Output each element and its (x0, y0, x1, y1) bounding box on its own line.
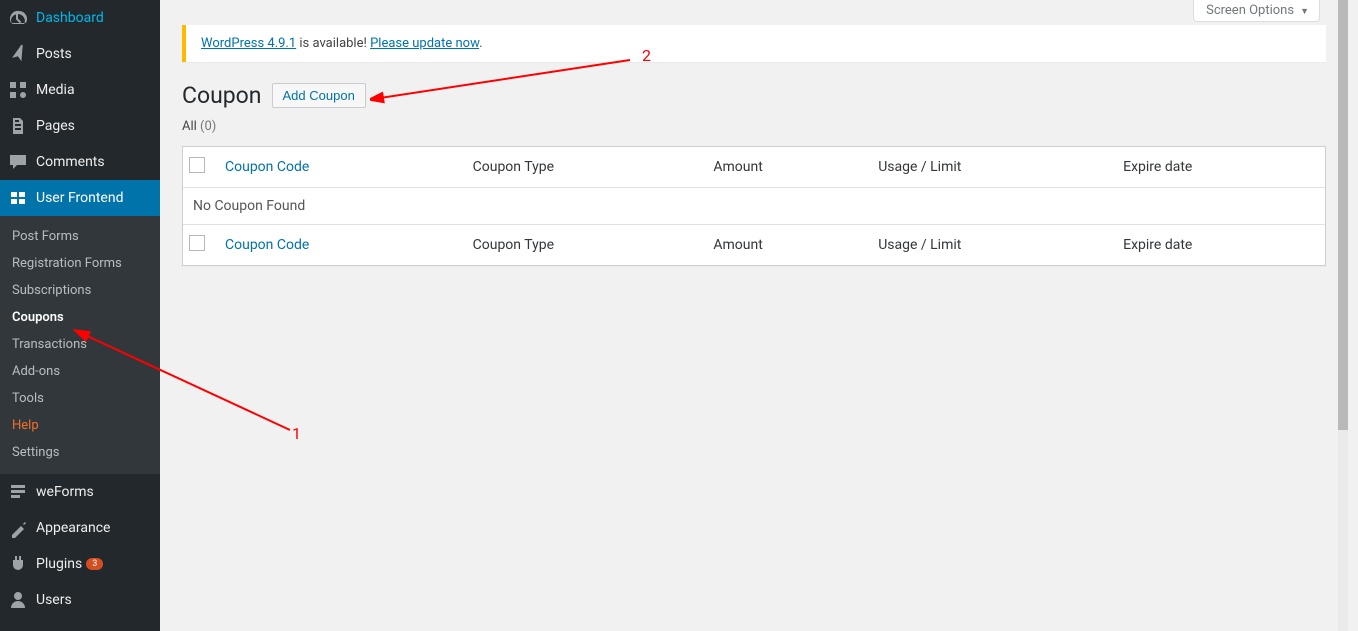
users-icon (8, 590, 28, 610)
sidebar-item-plugins[interactable]: Plugins 3 (0, 546, 160, 582)
sidebar-item-label: Comments (36, 154, 105, 170)
sidebar-sub-add-ons[interactable]: Add-ons (0, 358, 160, 385)
sidebar-item-label: Dashboard (36, 10, 104, 26)
col-coupon-code[interactable]: Coupon Code (225, 159, 309, 175)
select-all-checkbox[interactable] (189, 157, 205, 173)
pages-icon (8, 116, 28, 136)
sidebar-sub-help[interactable]: Help (0, 412, 160, 439)
sidebar-submenu: Post Forms Registration Forms Subscripti… (0, 216, 160, 474)
sidebar-item-label: Media (36, 82, 75, 98)
sidebar-sub-post-forms[interactable]: Post Forms (0, 223, 160, 250)
sidebar-sub-registration-forms[interactable]: Registration Forms (0, 250, 160, 277)
col-expire-date-footer: Expire date (1113, 224, 1325, 265)
sidebar-item-pages[interactable]: Pages (0, 108, 160, 144)
sidebar-item-label: Posts (36, 46, 72, 62)
notice-text: is available! (296, 36, 370, 51)
pin-icon (8, 44, 28, 64)
col-amount: Amount (703, 147, 868, 188)
col-coupon-type-footer: Coupon Type (463, 224, 704, 265)
comments-icon (8, 152, 28, 172)
select-all-checkbox-footer[interactable] (189, 235, 205, 251)
sidebar-item-user-frontend[interactable]: User Frontend (0, 180, 160, 216)
table-empty-row: No Coupon Found (183, 188, 1325, 224)
main-content: Screen Options WordPress 4.9.1 is availa… (160, 0, 1348, 631)
annotation-number-2: 2 (642, 46, 651, 65)
sidebar-item-users[interactable]: Users (0, 582, 160, 618)
sidebar-sub-subscriptions[interactable]: Subscriptions (0, 277, 160, 304)
notice-period: . (479, 36, 482, 51)
empty-message: No Coupon Found (183, 188, 1325, 224)
admin-sidebar: Dashboard Posts Media Pages Comments Use… (0, 0, 160, 631)
sidebar-item-label: Appearance (36, 520, 110, 536)
sidebar-item-appearance[interactable]: Appearance (0, 510, 160, 546)
col-expire-date: Expire date (1113, 147, 1325, 188)
sidebar-sub-settings[interactable]: Settings (0, 439, 160, 466)
filter-count: (0) (200, 119, 216, 134)
scrollbar-thumb[interactable] (1338, 0, 1348, 430)
page-header: Coupon Add Coupon (182, 82, 1326, 109)
screen-options-label: Screen Options (1206, 3, 1294, 18)
update-badge: 3 (86, 558, 103, 570)
coupon-table: Coupon Code Coupon Type Amount Usage / L… (182, 146, 1326, 266)
sidebar-item-label: Plugins (36, 556, 82, 572)
col-coupon-type: Coupon Type (463, 147, 704, 188)
sidebar-item-label: weForms (36, 484, 94, 500)
sidebar-item-dashboard[interactable]: Dashboard (0, 0, 160, 36)
sidebar-item-posts[interactable]: Posts (0, 36, 160, 72)
col-usage-limit: Usage / Limit (868, 147, 1113, 188)
sidebar-item-label: User Frontend (36, 190, 123, 206)
plugins-icon (8, 554, 28, 574)
dashboard-icon (8, 8, 28, 28)
sidebar-item-comments[interactable]: Comments (0, 144, 160, 180)
media-icon (8, 80, 28, 100)
table-footer-row: Coupon Code Coupon Type Amount Usage / L… (183, 224, 1325, 265)
sidebar-item-weforms[interactable]: weForms (0, 474, 160, 510)
sidebar-item-media[interactable]: Media (0, 72, 160, 108)
col-coupon-code-footer[interactable]: Coupon Code (225, 237, 309, 253)
forms-icon (8, 482, 28, 502)
add-coupon-button[interactable]: Add Coupon (272, 83, 366, 108)
sidebar-sub-tools[interactable]: Tools (0, 385, 160, 412)
screen-options-button[interactable]: Screen Options (1193, 0, 1320, 22)
filter-links: All (0) (182, 119, 1326, 134)
update-now-link[interactable]: Please update now (370, 36, 479, 51)
col-usage-limit-footer: Usage / Limit (868, 224, 1113, 265)
update-notice: WordPress 4.9.1 is available! Please upd… (182, 25, 1326, 62)
wordpress-version-link[interactable]: WordPress 4.9.1 (201, 36, 296, 51)
appearance-icon (8, 518, 28, 538)
sidebar-sub-transactions[interactable]: Transactions (0, 331, 160, 358)
page-title: Coupon (182, 82, 262, 109)
user-frontend-icon (8, 188, 28, 208)
table-header-row: Coupon Code Coupon Type Amount Usage / L… (183, 147, 1325, 188)
scrollbar-track[interactable] (1338, 0, 1348, 631)
filter-all[interactable]: All (182, 119, 197, 134)
sidebar-item-label: Pages (36, 118, 75, 134)
sidebar-sub-coupons[interactable]: Coupons (0, 304, 160, 331)
annotation-number-1: 1 (292, 424, 301, 443)
col-amount-footer: Amount (703, 224, 868, 265)
sidebar-item-label: Users (36, 592, 72, 608)
